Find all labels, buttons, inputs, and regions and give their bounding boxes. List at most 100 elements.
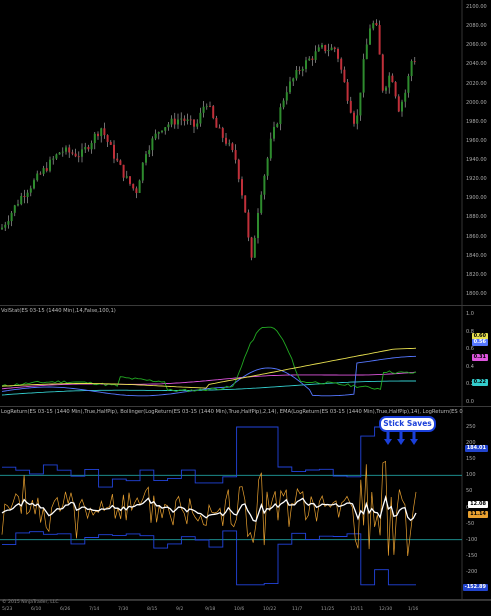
candle: [161, 130, 163, 134]
candle: [273, 121, 275, 142]
candle: [410, 59, 413, 82]
logreturn-axis-tick: 150: [466, 456, 476, 463]
candle: [55, 153, 58, 161]
price-axis-tick: 2080.00: [466, 23, 487, 30]
candle: [125, 170, 128, 179]
candle: [106, 134, 109, 148]
candle: [183, 115, 186, 126]
candle: [369, 24, 371, 45]
candle: [81, 143, 83, 163]
candle: [68, 144, 71, 158]
candle: [202, 101, 205, 118]
logreturn-indicator-pane[interactable]: LogReturn(ES 03-15 (1440 Min),True,HalfP…: [0, 407, 491, 600]
candle: [362, 53, 365, 98]
candle: [337, 47, 339, 63]
candles: [1, 19, 416, 261]
value-tag: 12.08: [468, 501, 488, 508]
logreturn-axis-tick: 250: [466, 424, 476, 430]
candle: [397, 94, 400, 113]
candle: [193, 119, 195, 133]
candle: [42, 165, 45, 177]
candle: [84, 142, 87, 153]
volstat-axis-tick: 0.0: [466, 399, 474, 405]
candle: [317, 44, 320, 52]
candle: [138, 179, 141, 193]
candle: [77, 151, 80, 163]
candle: [391, 73, 394, 83]
price-axis-tick: 1820.00: [466, 271, 487, 278]
candle: [372, 20, 375, 31]
volstat-chart[interactable]: [0, 306, 491, 406]
candle: [151, 136, 154, 157]
candle: [10, 211, 13, 227]
price-axis-tick: 1980.00: [466, 118, 487, 125]
date-tick: 9/18: [205, 607, 216, 612]
logreturn-axis-tick: -100: [466, 536, 478, 543]
candle: [17, 199, 19, 207]
candle: [157, 131, 160, 140]
price-axis-tick: 1900.00: [466, 195, 487, 202]
price-chart-pane[interactable]: 2100.00 2080.00 2060.00 2040.00 2020.00 2000.…: [0, 0, 491, 306]
candle: [244, 195, 247, 213]
candle: [298, 66, 301, 75]
logreturn-chart[interactable]: [0, 407, 491, 599]
candle: [20, 192, 23, 206]
candle: [87, 144, 90, 152]
price-axis-tick: 2040.00: [466, 61, 487, 68]
candle: [221, 126, 224, 143]
value-tag: 0.22: [471, 379, 488, 386]
candle: [305, 56, 307, 73]
candle: [26, 189, 29, 204]
date-tick: 10/22: [263, 607, 277, 612]
candle: [65, 145, 67, 155]
price-axis-tick: 2020.00: [466, 80, 487, 87]
value-tag: 0.31: [471, 354, 488, 361]
candle: [276, 122, 279, 128]
price-axis-tick: 1920.00: [466, 176, 487, 183]
logreturn-axis-tick: -50: [466, 520, 475, 527]
candle: [122, 164, 125, 182]
price-axis-tick: 1800.00: [466, 291, 487, 297]
candle: [196, 119, 199, 130]
candle: [13, 204, 16, 217]
date-tick: 12/30: [379, 607, 393, 612]
candle: [285, 86, 288, 105]
candle: [343, 66, 346, 83]
value-tag: -152.89: [462, 584, 488, 591]
price-candlestick-chart[interactable]: [0, 0, 491, 305]
copyright-text: © 2015 NinjaTrader, LLC: [2, 600, 59, 605]
candle: [327, 43, 330, 57]
bollinger-lower-band: [2, 530, 416, 586]
candle: [145, 151, 147, 166]
candle: [378, 20, 381, 55]
candle: [215, 115, 218, 128]
candle: [167, 122, 170, 131]
candle: [385, 85, 387, 94]
candle: [333, 46, 336, 53]
price-axis-tick: 2060.00: [466, 42, 487, 49]
ema-line: [1, 494, 417, 523]
candle: [257, 208, 259, 244]
candle: [1, 224, 3, 230]
price-axis-tick: 1940.00: [466, 157, 487, 164]
candle: [205, 103, 208, 110]
candle: [7, 215, 10, 229]
candle: [45, 162, 48, 173]
candle: [61, 147, 64, 157]
candle: [381, 53, 384, 93]
volstat-axis-tick: 1.0: [466, 311, 474, 317]
candle: [295, 66, 298, 81]
candle: [356, 109, 359, 130]
candle: [263, 174, 266, 200]
candle: [321, 42, 323, 49]
candle: [266, 156, 269, 180]
candle: [234, 144, 237, 164]
candle: [36, 170, 39, 182]
candle: [119, 159, 122, 166]
candle: [247, 209, 250, 242]
candle: [116, 153, 119, 162]
volstat-indicator-pane[interactable]: VolStat(ES 03-15 (1440 Min),14,False,100…: [0, 306, 491, 407]
candle: [365, 38, 368, 60]
value-tag: 11.14: [468, 511, 488, 518]
candle: [292, 77, 295, 87]
